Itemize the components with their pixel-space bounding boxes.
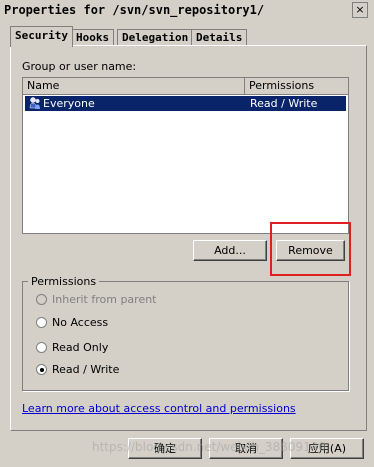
- user-permission: Read / Write: [250, 97, 318, 110]
- user-group-icon: [29, 96, 41, 110]
- column-header-name[interactable]: Name: [23, 78, 245, 94]
- column-header-permissions[interactable]: Permissions: [245, 78, 348, 94]
- radio-button[interactable]: [36, 342, 47, 353]
- radio-label: Inherit from parent: [52, 293, 157, 306]
- list-item[interactable]: Everyone Read / Write: [25, 96, 346, 111]
- radio-button[interactable]: [36, 317, 47, 328]
- window-title: Properties for /svn/svn_repository1/: [4, 3, 265, 17]
- close-button[interactable]: ×: [352, 2, 368, 18]
- permissions-legend: Permissions: [28, 275, 100, 288]
- watermark-text: https://blog.csdn.net/weixin_38809140: [92, 440, 327, 454]
- title-bar: Properties for /svn/svn_repository1/ ×: [0, 0, 374, 20]
- radio-button[interactable]: [36, 364, 47, 375]
- highlight-box: [270, 222, 351, 276]
- tab-hooks[interactable]: Hooks: [71, 29, 115, 46]
- tab-details[interactable]: Details: [191, 29, 248, 46]
- learn-more-link[interactable]: Learn more about access control and perm…: [22, 402, 296, 415]
- radio-button: [36, 294, 47, 305]
- radio-label: Read / Write: [52, 363, 120, 376]
- group-label: Group or user name:: [22, 60, 137, 73]
- user-list[interactable]: Name Permissions Everyone Read / Write: [22, 77, 349, 234]
- radio-selected-dot: [40, 368, 44, 372]
- list-header: Name Permissions: [23, 78, 348, 95]
- tab-security[interactable]: Security: [10, 26, 73, 47]
- tab-delegation[interactable]: Delegation: [117, 29, 194, 46]
- add-button[interactable]: Add...: [193, 240, 267, 261]
- radio-label: Read Only: [52, 341, 109, 354]
- user-name: Everyone: [43, 97, 95, 110]
- radio-label: No Access: [52, 316, 109, 329]
